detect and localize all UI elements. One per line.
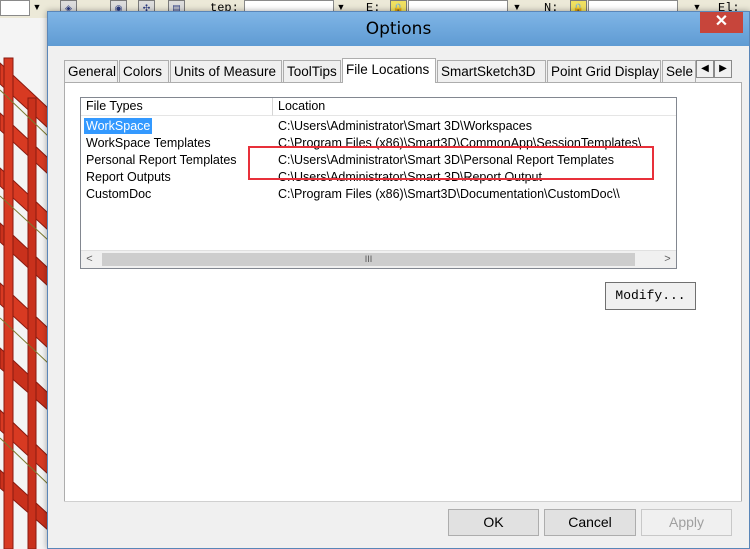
tab-scroll-right-icon[interactable]: ▶: [714, 60, 732, 78]
cancel-button[interactable]: Cancel: [544, 509, 636, 536]
dialog-titlebar[interactable]: Options ✕: [48, 12, 749, 46]
tab-scroll-left-icon[interactable]: ◀: [696, 60, 714, 78]
location-cell: C:\Users\Administrator\Smart 3D\Workspac…: [278, 119, 532, 133]
file-type-cell: Report Outputs: [86, 170, 171, 184]
options-dialog: Options ✕ General Colors Units of Measur…: [47, 11, 750, 549]
tab-strip: General Colors Units of Measure ToolTips…: [64, 58, 742, 83]
tab-point-grid-display[interactable]: Point Grid Display: [547, 60, 661, 82]
file-type-cell: WorkSpace: [84, 118, 153, 134]
list-item[interactable]: WorkSpace C:\Users\Administrator\Smart 3…: [81, 118, 676, 135]
scroll-left-icon[interactable]: <: [81, 251, 98, 268]
tab-smartsketch3d[interactable]: SmartSketch3D: [437, 60, 546, 82]
file-locations-page: File Types Location WorkSpace C:\Users\A…: [64, 82, 742, 502]
apply-button[interactable]: Apply: [641, 509, 732, 536]
modify-button[interactable]: Modify...: [605, 282, 696, 310]
divider: [64, 501, 742, 502]
dialog-title: Options: [365, 19, 432, 39]
column-header-location[interactable]: Location: [273, 98, 676, 116]
scroll-right-icon[interactable]: >: [659, 251, 676, 268]
file-type-cell: CustomDoc: [86, 187, 152, 201]
scrollbar-thumb[interactable]: III: [102, 253, 635, 266]
tab-selection[interactable]: Sele: [662, 60, 696, 82]
chevron-down-icon[interactable]: ▼: [30, 0, 44, 16]
highlight-annotation: [248, 146, 654, 180]
horizontal-scrollbar[interactable]: < III >: [81, 250, 676, 268]
file-type-cell: Personal Report Templates: [86, 153, 237, 167]
location-cell: C:\Program Files (x86)\Smart3D\Documenta…: [278, 187, 620, 201]
file-type-cell: WorkSpace Templates: [86, 136, 211, 150]
list-item[interactable]: CustomDoc C:\Program Files (x86)\Smart3D…: [81, 186, 676, 203]
ok-button[interactable]: OK: [448, 509, 539, 536]
close-icon[interactable]: ✕: [700, 12, 743, 33]
tab-file-locations[interactable]: File Locations: [342, 58, 436, 83]
tab-units-of-measure[interactable]: Units of Measure: [170, 60, 282, 82]
toolbar-dropdown-left[interactable]: [0, 0, 30, 16]
tab-colors[interactable]: Colors: [119, 60, 169, 82]
column-header-file-types[interactable]: File Types: [81, 98, 273, 116]
file-locations-list[interactable]: File Types Location WorkSpace C:\Users\A…: [80, 97, 677, 269]
tab-tooltips[interactable]: ToolTips: [283, 60, 341, 82]
tab-general[interactable]: General: [64, 60, 118, 82]
